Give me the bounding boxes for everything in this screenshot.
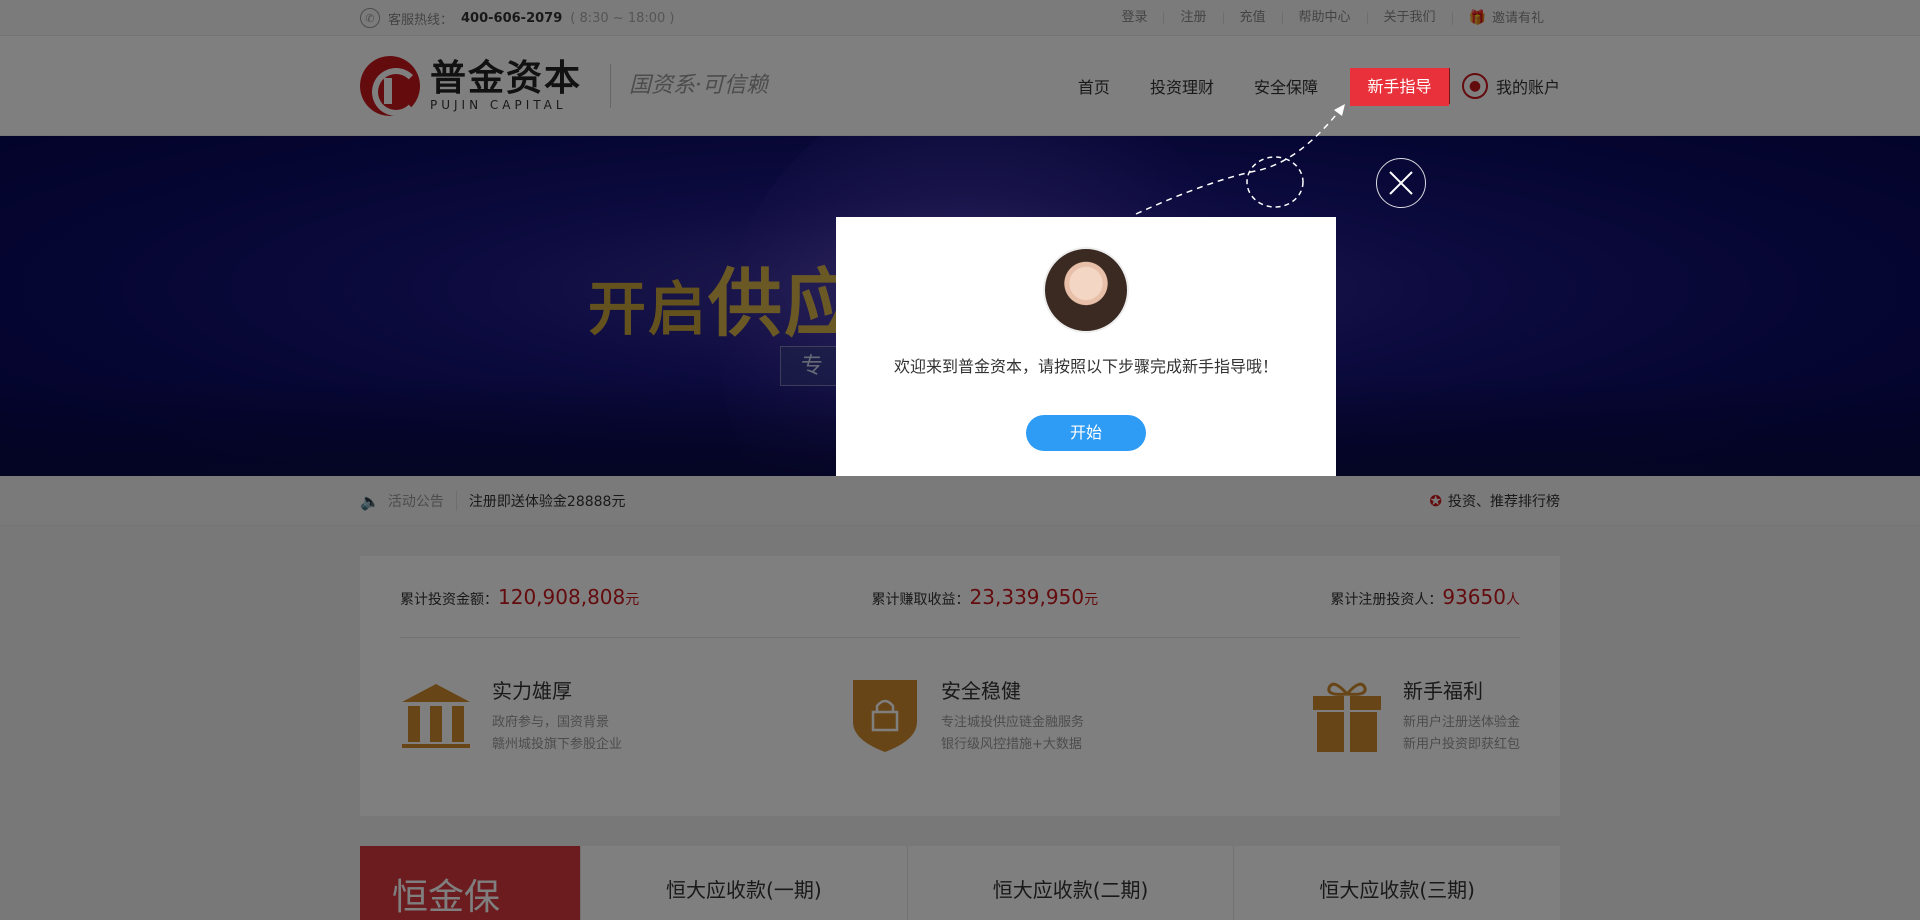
guide-highlight[interactable]: 新手指导 bbox=[1350, 68, 1449, 106]
welcome-modal: 欢迎来到普金资本，请按照以下步骤完成新手指导哦！ 开始 bbox=[836, 217, 1336, 476]
close-button[interactable] bbox=[1376, 158, 1426, 208]
avatar bbox=[1043, 247, 1129, 333]
welcome-message: 欢迎来到普金资本，请按照以下步骤完成新手指导哦！ bbox=[893, 357, 1278, 376]
guide-arrow-icon bbox=[1135, 104, 1345, 215]
start-button[interactable]: 开始 bbox=[1026, 415, 1146, 451]
close-icon bbox=[1389, 171, 1413, 195]
